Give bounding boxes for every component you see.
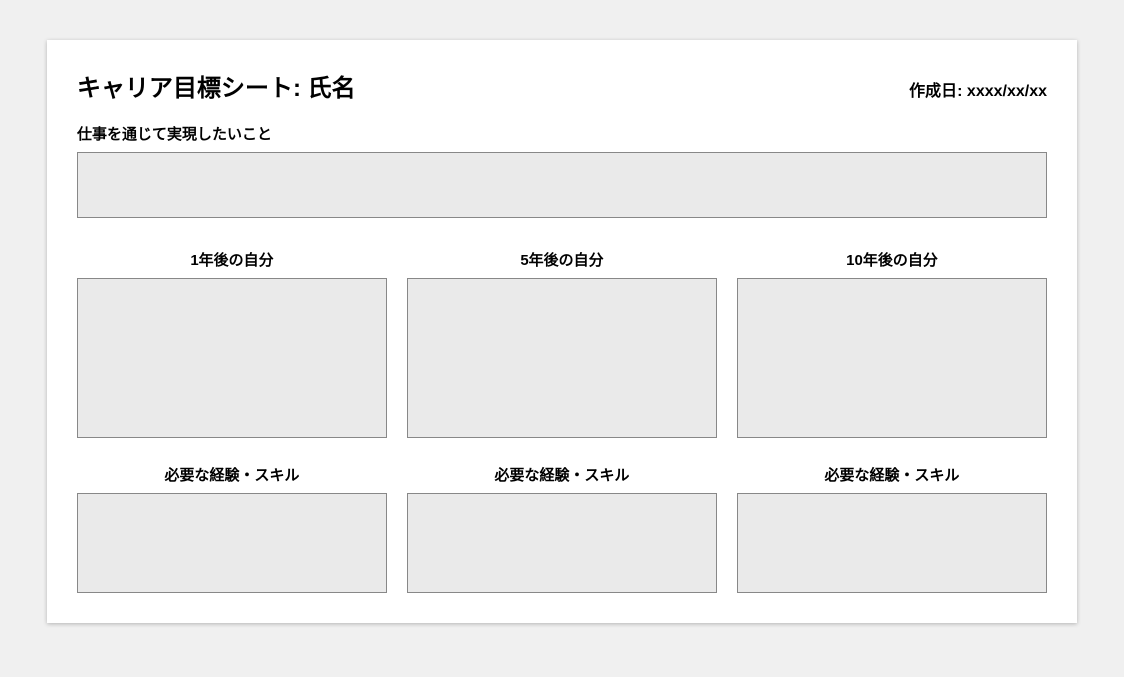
future-input-10year[interactable] bbox=[737, 278, 1047, 438]
future-col-1year: 1年後の自分 bbox=[77, 249, 387, 438]
future-self-row: 1年後の自分 5年後の自分 10年後の自分 bbox=[77, 249, 1047, 438]
skills-input-2[interactable] bbox=[407, 493, 717, 593]
future-col-5year: 5年後の自分 bbox=[407, 249, 717, 438]
skills-label-3: 必要な経験・スキル bbox=[824, 464, 959, 485]
future-input-5year[interactable] bbox=[407, 278, 717, 438]
future-label-5year: 5年後の自分 bbox=[520, 249, 603, 270]
skills-label-2: 必要な経験・スキル bbox=[494, 464, 629, 485]
goal-section: 仕事を通じて実現したいこと bbox=[77, 123, 1047, 223]
goal-label: 仕事を通じて実現したいこと bbox=[77, 123, 1047, 144]
skills-input-3[interactable] bbox=[737, 493, 1047, 593]
future-col-10year: 10年後の自分 bbox=[737, 249, 1047, 438]
header-row: キャリア目標シート: 氏名 作成日: xxxx/xx/xx bbox=[77, 68, 1047, 103]
skills-label-1: 必要な経験・スキル bbox=[164, 464, 299, 485]
future-input-1year[interactable] bbox=[77, 278, 387, 438]
sheet-title: キャリア目標シート: 氏名 bbox=[77, 68, 356, 103]
skills-col-3: 必要な経験・スキル bbox=[737, 464, 1047, 593]
future-label-10year: 10年後の自分 bbox=[846, 249, 938, 270]
skills-col-2: 必要な経験・スキル bbox=[407, 464, 717, 593]
skills-col-1: 必要な経験・スキル bbox=[77, 464, 387, 593]
skills-input-1[interactable] bbox=[77, 493, 387, 593]
goal-input[interactable] bbox=[77, 152, 1047, 218]
creation-date: 作成日: xxxx/xx/xx bbox=[909, 77, 1047, 101]
career-goal-sheet: キャリア目標シート: 氏名 作成日: xxxx/xx/xx 仕事を通じて実現した… bbox=[47, 40, 1077, 623]
skills-row: 必要な経験・スキル 必要な経験・スキル 必要な経験・スキル bbox=[77, 464, 1047, 593]
future-label-1year: 1年後の自分 bbox=[190, 249, 273, 270]
